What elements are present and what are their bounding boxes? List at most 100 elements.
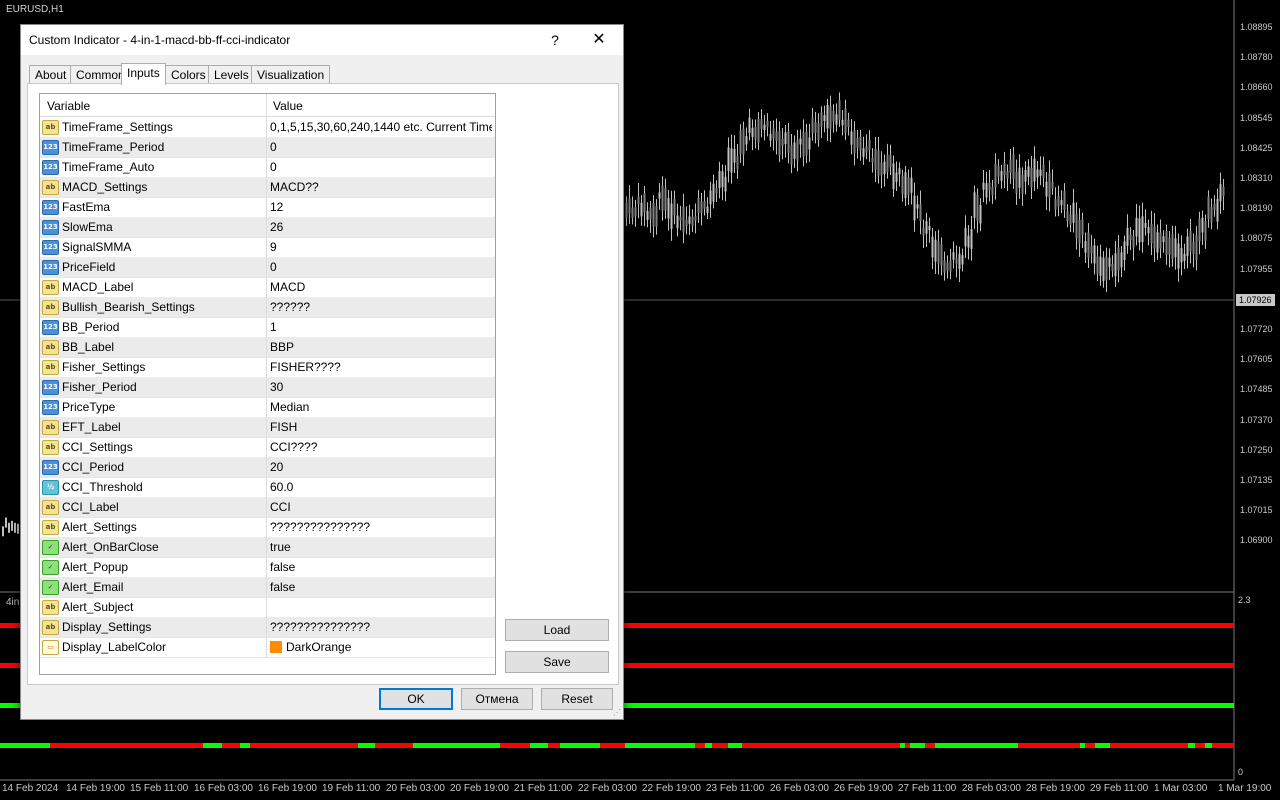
candle-body (691, 216, 694, 226)
candle-body (775, 131, 778, 141)
param-value[interactable]: 0 (270, 140, 492, 154)
param-row[interactable]: 123 Fisher_Period 30 (40, 377, 495, 398)
column-header-value[interactable]: Value (273, 99, 303, 113)
param-row[interactable]: ab MACD_Settings MACD?? (40, 177, 495, 198)
candle-body (982, 182, 985, 190)
inputs-grid[interactable]: Variable Value ab TimeFrame_Settings 0,1,5… (39, 93, 496, 675)
param-row[interactable]: 123 TimeFrame_Period 0 (40, 137, 495, 158)
param-value[interactable]: 0 (270, 260, 492, 274)
time-tick-label: 20 Feb 19:00 (450, 783, 509, 794)
param-row[interactable]: ab Alert_Subject (40, 597, 495, 618)
param-value[interactable]: ??????????????? (270, 620, 492, 634)
ok-button[interactable]: OK (379, 688, 453, 710)
param-row[interactable]: ½ CCI_Threshold 60.0 (40, 477, 495, 498)
price-tick-label: 1.08425 (1240, 142, 1273, 153)
param-row[interactable]: ab BB_Label BBP (40, 337, 495, 358)
candle-body (1096, 256, 1099, 274)
candle-body (1189, 231, 1192, 252)
param-row[interactable]: 123 SignalSMMA 9 (40, 237, 495, 258)
candle-body (703, 201, 706, 209)
candle-body (1012, 154, 1015, 179)
color-swatch[interactable] (270, 641, 282, 653)
candle-body (1180, 248, 1183, 263)
param-value[interactable]: 20 (270, 460, 492, 474)
tab-levels[interactable]: Levels (208, 65, 255, 84)
param-row[interactable]: ab TimeFrame_Settings 0,1,5,15,30,60,240,1… (40, 117, 495, 138)
close-icon[interactable]: ✕ (587, 29, 611, 51)
load-button[interactable]: Load (505, 619, 609, 641)
tab-about[interactable]: About (29, 65, 73, 84)
param-row[interactable]: 123 FastEma 12 (40, 197, 495, 218)
param-value[interactable]: Median (270, 400, 492, 414)
resize-grip-icon[interactable]: ⋰ (613, 709, 621, 717)
param-row[interactable]: 123 SlowEma 26 (40, 217, 495, 238)
param-row[interactable]: 123 PriceField 0 (40, 257, 495, 278)
param-value[interactable]: FISHER???? (270, 360, 492, 374)
param-row[interactable]: ✓ Alert_Email false (40, 577, 495, 598)
dialog-titlebar[interactable]: Custom Indicator - 4-in-1-macd-bb-ff-cci… (21, 25, 623, 55)
param-row[interactable]: 123 CCI_Period 20 (40, 457, 495, 478)
row-divider (266, 457, 267, 477)
param-value[interactable]: MACD?? (270, 180, 492, 194)
tab-colors[interactable]: Colors (165, 65, 212, 84)
param-value[interactable]: FISH (270, 420, 492, 434)
param-row[interactable]: ✓ Alert_Popup false (40, 557, 495, 578)
price-tick-label: 1.07135 (1240, 475, 1273, 485)
help-icon[interactable]: ? (547, 29, 563, 51)
param-value[interactable]: ?????? (270, 300, 492, 314)
cancel-button[interactable]: Отмена (461, 688, 533, 710)
param-row[interactable]: ab Bullish_Bearish_Settings?????? (40, 297, 495, 318)
param-row[interactable]: ab Alert_Settings??????????????? (40, 517, 495, 538)
time-tick-label: 16 Feb 03:00 (194, 783, 253, 794)
candle-body (739, 130, 742, 154)
param-value[interactable]: BBP (270, 340, 492, 354)
tab-visualization[interactable]: Visualization (251, 65, 331, 84)
candle-body (763, 124, 766, 131)
param-value[interactable]: 60.0 (270, 480, 492, 494)
candle-body (964, 227, 967, 247)
reset-button[interactable]: Reset (541, 688, 613, 710)
candle-body (826, 105, 829, 129)
param-type-bool-icon: ✓ (42, 540, 59, 555)
param-row[interactable]: ab CCI_Settings CCI???? (40, 437, 495, 458)
param-value[interactable]: 30 (270, 380, 492, 394)
param-value[interactable]: ??????????????? (270, 520, 492, 534)
param-row[interactable]: 123 PriceType Median (40, 397, 495, 418)
candle-body (808, 137, 811, 150)
tab-inputs[interactable]: Inputs (121, 63, 166, 85)
row-divider (266, 577, 267, 597)
param-row[interactable]: 123 TimeFrame_Auto 0 (40, 157, 495, 178)
param-value[interactable]: 0,1,5,15,30,60,240,1440 etc. Current Tim… (270, 120, 492, 134)
param-row[interactable]: ab EFT_Label FISH (40, 417, 495, 438)
param-row[interactable]: ab Fisher_Settings FISHER???? (40, 357, 495, 378)
param-value[interactable]: CCI???? (270, 440, 492, 454)
candle-body (973, 192, 976, 218)
inputs-panel: Variable Value ab TimeFrame_Settings 0,1,5… (27, 83, 619, 685)
param-value[interactable]: 0 (270, 160, 492, 174)
param-row[interactable]: 123 BB_Period 1 (40, 317, 495, 338)
param-value[interactable]: MACD (270, 280, 492, 294)
column-divider[interactable] (266, 94, 267, 116)
candle-body (1132, 236, 1135, 248)
param-value[interactable]: 1 (270, 320, 492, 334)
param-value[interactable]: DarkOrange (270, 640, 492, 654)
candle-body (1003, 163, 1006, 175)
param-value[interactable]: false (270, 580, 492, 594)
param-row[interactable]: ab Display_Settings??????????????? (40, 617, 495, 638)
param-value[interactable]: CCI (270, 500, 492, 514)
param-value[interactable]: 26 (270, 220, 492, 234)
candle-body (946, 262, 949, 271)
param-name: SignalSMMA (62, 240, 132, 254)
param-row[interactable]: ab MACD_Label MACD (40, 277, 495, 298)
price-tick-label: 1.07605 (1240, 354, 1273, 365)
param-row[interactable]: ab CCI_Label CCI (40, 497, 495, 518)
save-button[interactable]: Save (505, 651, 609, 673)
param-value[interactable]: false (270, 560, 492, 574)
candle-body (1069, 214, 1072, 225)
param-row[interactable]: ✓ Alert_OnBarClose true (40, 537, 495, 558)
column-header-variable[interactable]: Variable (47, 99, 90, 113)
param-value[interactable]: 12 (270, 200, 492, 214)
param-value[interactable]: true (270, 540, 492, 554)
param-row[interactable]: ▭ Display_LabelColor DarkOrange (40, 637, 495, 658)
param-value[interactable]: 9 (270, 240, 492, 254)
